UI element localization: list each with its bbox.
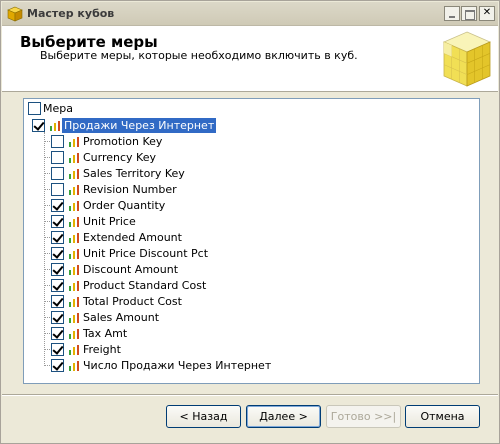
measures-tree: Продажи Через Интернет Promotion Key Curre… [24, 118, 479, 383]
tree-item-row[interactable]: Currency Key [24, 150, 479, 166]
measure-label: Unit Price [83, 215, 136, 228]
finish-button[interactable]: Готово >>| [326, 405, 401, 428]
measures-tree-panel: Мера Продажи Через Интернет Promotion Key… [23, 98, 480, 384]
measure-label: Tax Amt [83, 327, 128, 340]
cube-wizard-window: Мастер кубов ✕ Выберите меры Выберите ме… [0, 0, 500, 444]
tree-connector-branch [44, 189, 50, 190]
maximize-button[interactable] [461, 6, 477, 21]
wizard-header: Выберите меры Выберите меры, которые нео… [2, 26, 498, 92]
measure-checkbox[interactable] [51, 167, 64, 180]
measure-icon [69, 169, 79, 179]
tree-connector-branch [44, 349, 50, 350]
measure-icon [69, 249, 79, 259]
measure-label: Product Standard Cost [83, 279, 207, 292]
tree-item-row[interactable]: Product Standard Cost [24, 278, 479, 294]
column-header-label: Мера [43, 102, 73, 115]
measure-icon [50, 121, 60, 131]
title-bar[interactable]: Мастер кубов ✕ [2, 2, 498, 26]
measure-label: Revision Number [83, 183, 177, 196]
tree-connector-branch [44, 317, 50, 318]
measure-checkbox[interactable] [51, 247, 64, 260]
measure-checkbox[interactable] [51, 135, 64, 148]
measure-label: Freight [83, 343, 121, 356]
measure-icon [69, 217, 79, 227]
measure-icon [69, 233, 79, 243]
tree-item-row[interactable]: Число Продажи Через Интернет [24, 358, 479, 374]
root-measure-checkbox[interactable] [32, 119, 45, 132]
page-subtitle: Выберите меры, которые необходимо включи… [40, 49, 358, 62]
tree-root-row[interactable]: Продажи Через Интернет [24, 118, 479, 134]
measure-checkbox[interactable] [51, 279, 64, 292]
measure-checkbox[interactable] [51, 199, 64, 212]
tree-item-row[interactable]: Sales Amount [24, 310, 479, 326]
tree-item-row[interactable]: Discount Amount [24, 262, 479, 278]
measure-icon [69, 137, 79, 147]
measure-icon [69, 281, 79, 291]
cancel-button[interactable]: Отмена [405, 405, 480, 428]
tree-connector-branch [44, 141, 50, 142]
tree-item-row[interactable]: Freight [24, 342, 479, 358]
tree-connector-branch [44, 237, 50, 238]
tree-connector-branch [44, 173, 50, 174]
tree-item-row[interactable]: Promotion Key [24, 134, 479, 150]
tree-connector-branch [44, 269, 50, 270]
minimize-button[interactable] [444, 6, 460, 21]
tree-connector-branch [44, 157, 50, 158]
tree-connector-branch [44, 301, 50, 302]
footer-divider [2, 394, 498, 396]
measure-label: Unit Price Discount Pct [83, 247, 209, 260]
measure-icon [69, 201, 79, 211]
cube-icon [7, 6, 23, 22]
measure-icon [69, 313, 79, 323]
tree-item-row[interactable]: Revision Number [24, 182, 479, 198]
measure-checkbox[interactable] [51, 311, 64, 324]
close-button[interactable]: ✕ [479, 6, 495, 21]
measure-label: Promotion Key [83, 135, 163, 148]
root-measure-label: Продажи Через Интернет [62, 118, 217, 133]
measure-checkbox[interactable] [51, 295, 64, 308]
tree-item-row[interactable]: Order Quantity [24, 198, 479, 214]
measure-checkbox[interactable] [51, 183, 64, 196]
window-title: Мастер кубов [27, 7, 115, 20]
tree-item-row[interactable]: Unit Price [24, 214, 479, 230]
measure-label: Extended Amount [83, 231, 182, 244]
measure-label: Число Продажи Через Интернет [83, 359, 272, 372]
tree-column-header: Мера [24, 99, 479, 117]
measure-label: Sales Amount [83, 311, 160, 324]
measure-icon [69, 185, 79, 195]
tree-connector-branch [44, 205, 50, 206]
measure-label: Discount Amount [83, 263, 179, 276]
measure-icon [69, 265, 79, 275]
cube-wizard-art [442, 31, 492, 87]
tree-connector-branch [44, 365, 50, 366]
tree-connector-branch [44, 221, 50, 222]
tree-connector-branch [44, 333, 50, 334]
next-button[interactable]: Далее > [246, 405, 321, 428]
measure-checkbox[interactable] [51, 327, 64, 340]
measure-checkbox[interactable] [51, 359, 64, 372]
measure-label: Sales Territory Key [83, 167, 185, 180]
tree-connector-branch [44, 253, 50, 254]
measure-icon [69, 329, 79, 339]
tree-item-row[interactable]: Extended Amount [24, 230, 479, 246]
measure-icon [69, 361, 79, 371]
tree-item-row[interactable]: Unit Price Discount Pct [24, 246, 479, 262]
measure-checkbox[interactable] [51, 263, 64, 276]
measure-icon [69, 153, 79, 163]
measure-checkbox[interactable] [51, 343, 64, 356]
tree-connector-branch [44, 285, 50, 286]
select-all-checkbox[interactable] [28, 102, 41, 115]
measure-checkbox[interactable] [51, 215, 64, 228]
tree-item-row[interactable]: Tax Amt [24, 326, 479, 342]
measure-label: Total Product Cost [83, 295, 182, 308]
measure-checkbox[interactable] [51, 151, 64, 164]
tree-item-row[interactable]: Total Product Cost [24, 294, 479, 310]
tree-item-row[interactable]: Sales Territory Key [24, 166, 479, 182]
measure-label: Order Quantity [83, 199, 166, 212]
measure-label: Currency Key [83, 151, 156, 164]
measure-checkbox[interactable] [51, 231, 64, 244]
measure-icon [69, 297, 79, 307]
back-button[interactable]: < Назад [166, 405, 241, 428]
measure-icon [69, 345, 79, 355]
